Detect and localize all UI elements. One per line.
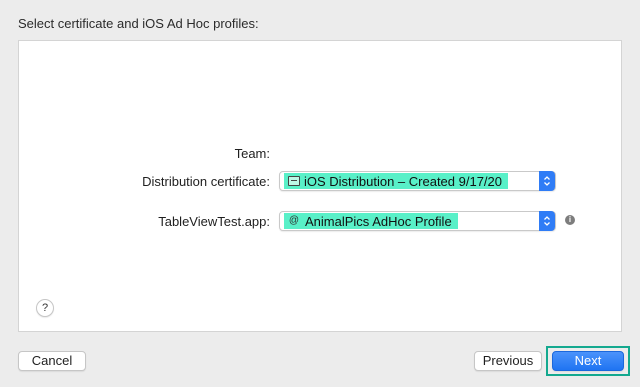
help-button[interactable]: ? — [36, 299, 54, 317]
next-button[interactable]: Next — [552, 351, 624, 371]
app-profile-selection: @ AnimalPics AdHoc Profile — [284, 213, 458, 229]
info-icon[interactable]: i — [565, 215, 575, 225]
distribution-certificate-value: iOS Distribution – Created 9/17/20 — [304, 173, 502, 189]
certificate-icon — [288, 176, 300, 186]
distribution-certificate-popup[interactable]: iOS Distribution – Created 9/17/20 — [279, 171, 556, 191]
app-profile-popup[interactable]: @ AnimalPics AdHoc Profile — [279, 211, 556, 231]
page-title: Select certificate and iOS Ad Hoc profil… — [18, 16, 259, 31]
team-label: Team: — [234, 146, 270, 161]
profile-icon: @ — [288, 215, 300, 226]
app-profile-value: AnimalPics AdHoc Profile — [305, 213, 452, 229]
previous-button[interactable]: Previous — [474, 351, 542, 371]
distribution-certificate-selection: iOS Distribution – Created 9/17/20 — [284, 173, 508, 189]
distribution-certificate-label: Distribution certificate: — [142, 174, 270, 189]
up-down-chevron-icon — [539, 211, 555, 231]
app-label: TableViewTest.app: — [158, 214, 270, 229]
up-down-chevron-icon — [539, 171, 555, 191]
cancel-button[interactable]: Cancel — [18, 351, 86, 371]
